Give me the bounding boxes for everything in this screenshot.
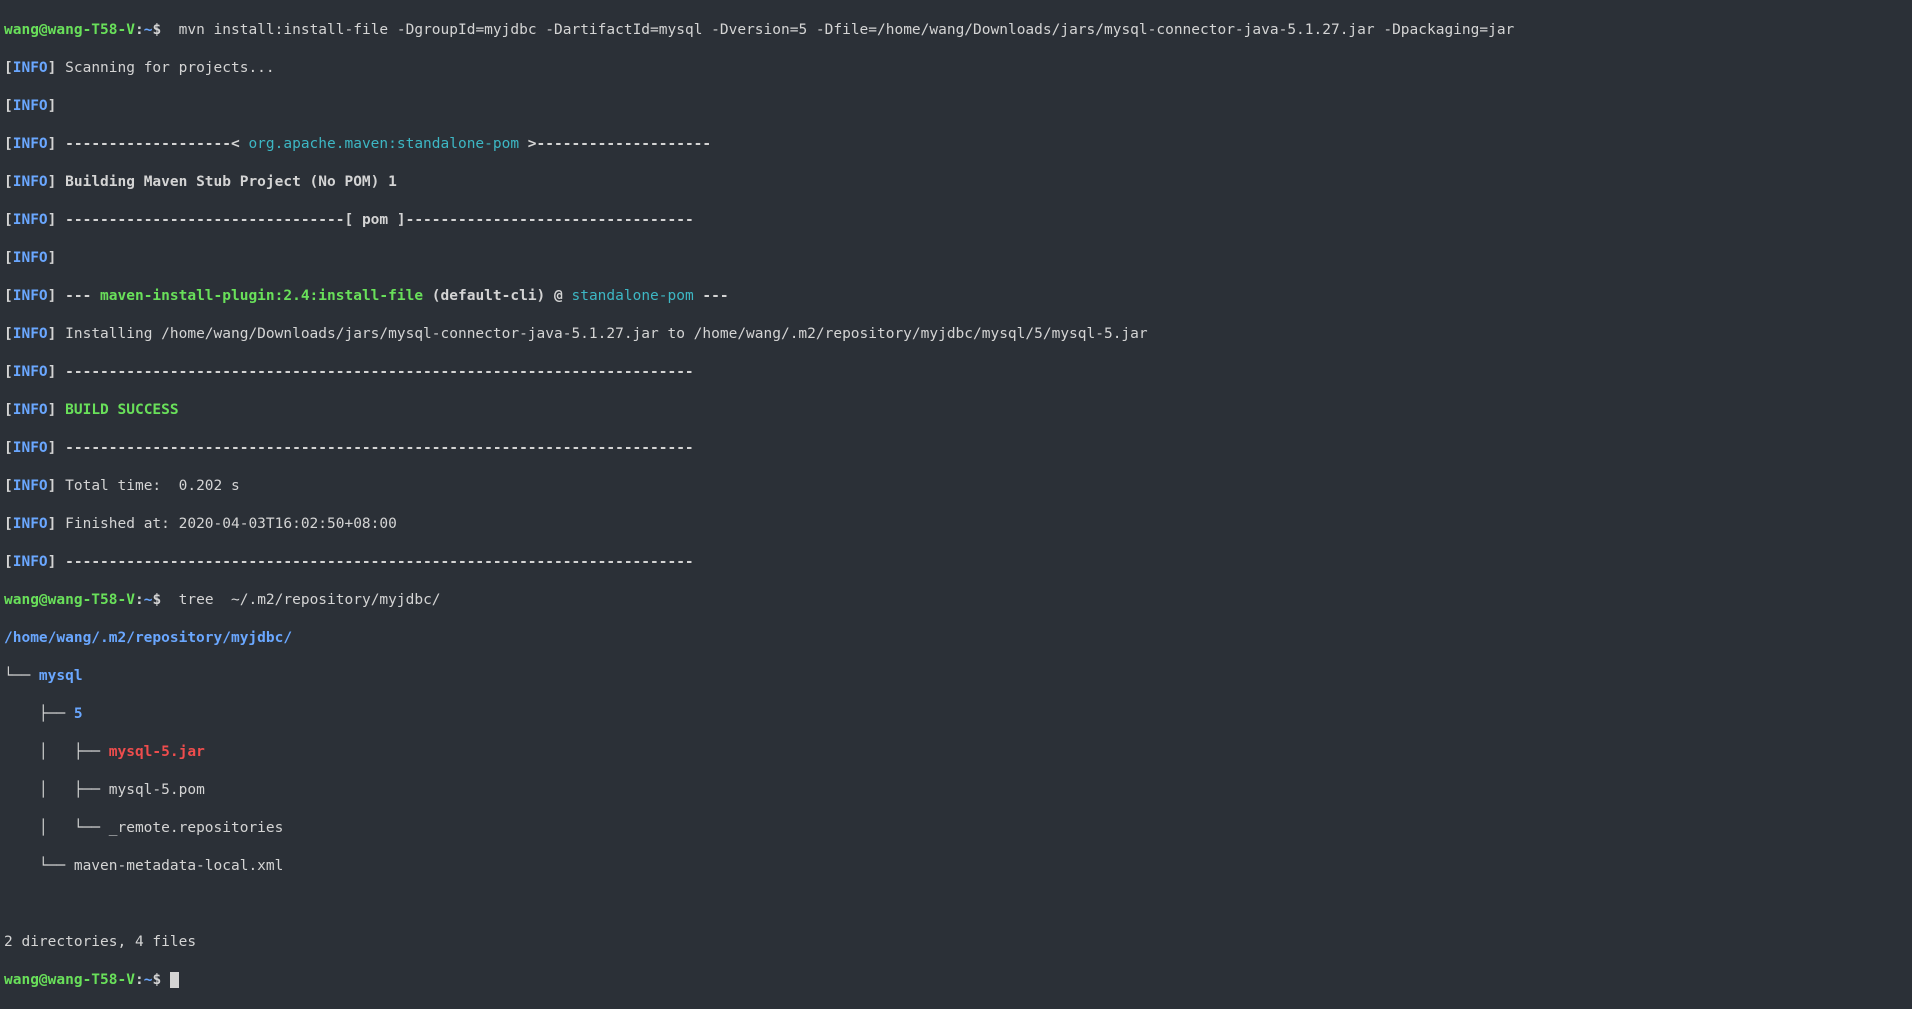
info-line-finished: [INFO] Finished at: 2020-04-03T16:02:50+… bbox=[4, 515, 1908, 534]
tree-node-mysql: └── mysql bbox=[4, 667, 1908, 686]
info-line-plugin: [INFO] --- maven-install-plugin:2.4:inst… bbox=[4, 287, 1908, 306]
info-line-stub: [INFO] Building Maven Stub Project (No P… bbox=[4, 173, 1908, 192]
prompt-host: wang-T58-V bbox=[48, 22, 135, 38]
tree-node-pom: │ ├── mysql-5.pom bbox=[4, 781, 1908, 800]
info-line-build-success: [INFO] BUILD SUCCESS bbox=[4, 401, 1908, 420]
prompt-dollar: $ bbox=[152, 22, 169, 38]
tree-root: /home/wang/.m2/repository/myjdbc/ bbox=[4, 629, 1908, 648]
info-line-install: [INFO] Installing /home/wang/Downloads/j… bbox=[4, 325, 1908, 344]
cmd1-text: mvn install:install-file -DgroupId=myjdb… bbox=[170, 22, 1514, 38]
tree-summary: 2 directories, 4 files bbox=[4, 933, 1908, 952]
cmd-line-3: wang@wang-T58-V:~$ bbox=[4, 971, 1908, 990]
info-line-sep: [INFO] ---------------------------------… bbox=[4, 439, 1908, 458]
blank-line bbox=[4, 895, 1908, 914]
info-line-empty: [INFO] bbox=[4, 249, 1908, 268]
tree-node-metadata: └── maven-metadata-local.xml bbox=[4, 857, 1908, 876]
tree-node-jar: │ ├── mysql-5.jar bbox=[4, 743, 1908, 762]
info-line-scan: [INFO] Scanning for projects... bbox=[4, 59, 1908, 78]
tree-node-remote: │ └── _remote.repositories bbox=[4, 819, 1908, 838]
prompt-colon: : bbox=[135, 22, 144, 38]
cmd-line-2: wang@wang-T58-V:~$ tree ~/.m2/repository… bbox=[4, 591, 1908, 610]
build-success: BUILD SUCCESS bbox=[65, 402, 179, 418]
cmd-line-1: wang@wang-T58-V:~$ mvn install:install-f… bbox=[4, 21, 1908, 40]
info-line-empty: [INFO] bbox=[4, 97, 1908, 116]
info-line-pom: [INFO] --------------------------------[… bbox=[4, 211, 1908, 230]
tree-node-5: ├── 5 bbox=[4, 705, 1908, 724]
plugin-project: standalone-pom bbox=[571, 288, 693, 304]
prompt-at: @ bbox=[39, 22, 48, 38]
cmd2-text: tree ~/.m2/repository/myjdbc/ bbox=[170, 592, 441, 608]
prompt-user: wang bbox=[4, 22, 39, 38]
maven-ga: org.apache.maven:standalone-pom bbox=[248, 136, 519, 152]
info-line-header: [INFO] -------------------< org.apache.m… bbox=[4, 135, 1908, 154]
info-line-sep: [INFO] ---------------------------------… bbox=[4, 553, 1908, 572]
terminal[interactable]: wang@wang-T58-V:~$ mvn install:install-f… bbox=[0, 0, 1912, 1009]
cursor-icon bbox=[170, 972, 179, 988]
plugin-name: maven-install-plugin:2.4:install-file bbox=[100, 288, 423, 304]
info-line-total: [INFO] Total time: 0.202 s bbox=[4, 477, 1908, 496]
info-line-sep: [INFO] ---------------------------------… bbox=[4, 363, 1908, 382]
